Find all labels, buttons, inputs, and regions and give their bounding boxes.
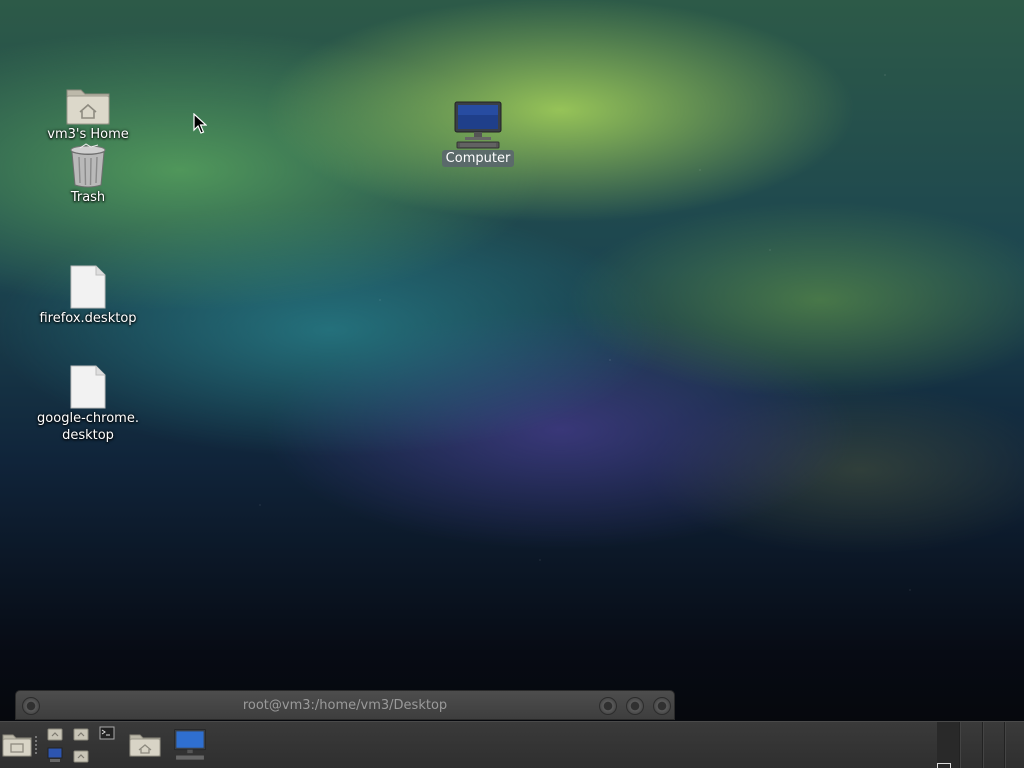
desktop-icon-trash[interactable]: Trash [33,143,143,206]
tray-divider [1004,722,1005,768]
desktop-icon-label: firefox.desktop [39,311,137,326]
home-folder-icon[interactable] [73,749,89,763]
window-menu-button[interactable] [22,697,40,715]
tray-divider [982,722,983,768]
desktop-icon-label: Trash [70,190,106,205]
computer-icon[interactable] [173,728,207,762]
trash-icon [70,143,106,188]
terminal-icon[interactable] [99,726,115,740]
home-folder-icon [66,89,110,125]
document-icon [70,265,106,309]
desktop-icon-google-chrome-desktop[interactable]: google-chrome. desktop [33,364,143,444]
tray-divider [959,722,960,768]
drive-icon[interactable] [2,732,32,758]
home-folder-icon[interactable] [73,727,89,741]
computer-icon [454,101,502,149]
minimize-button[interactable] [599,697,617,715]
terminal-window-titlebar[interactable]: root@vm3:/home/vm3/Desktop [15,690,675,720]
document-icon [70,365,106,409]
maximize-button[interactable] [626,697,644,715]
home-folder-icon[interactable] [47,727,63,741]
window-title: root@vm3:/home/vm3/Desktop [242,697,448,713]
tray-separator [937,722,959,768]
desktop-icon-computer[interactable]: Computer [423,100,533,167]
taskbar [0,721,1024,768]
desktop-icon-home[interactable]: vm3's Home [33,84,143,143]
desktop-icon-firefox-desktop[interactable]: firefox.desktop [33,264,143,327]
desktop-icon-label: Computer [441,150,515,167]
close-button[interactable] [653,697,671,715]
panel-handle[interactable] [35,736,38,754]
home-folder-icon[interactable] [129,732,161,758]
show-desktop-button[interactable] [937,763,951,768]
desktop-icon-label: vm3's Home [47,127,129,142]
mouse-cursor-icon [193,113,207,134]
computer-icon[interactable] [47,747,63,763]
desktop-icon-label: google-chrome. desktop [37,411,139,443]
